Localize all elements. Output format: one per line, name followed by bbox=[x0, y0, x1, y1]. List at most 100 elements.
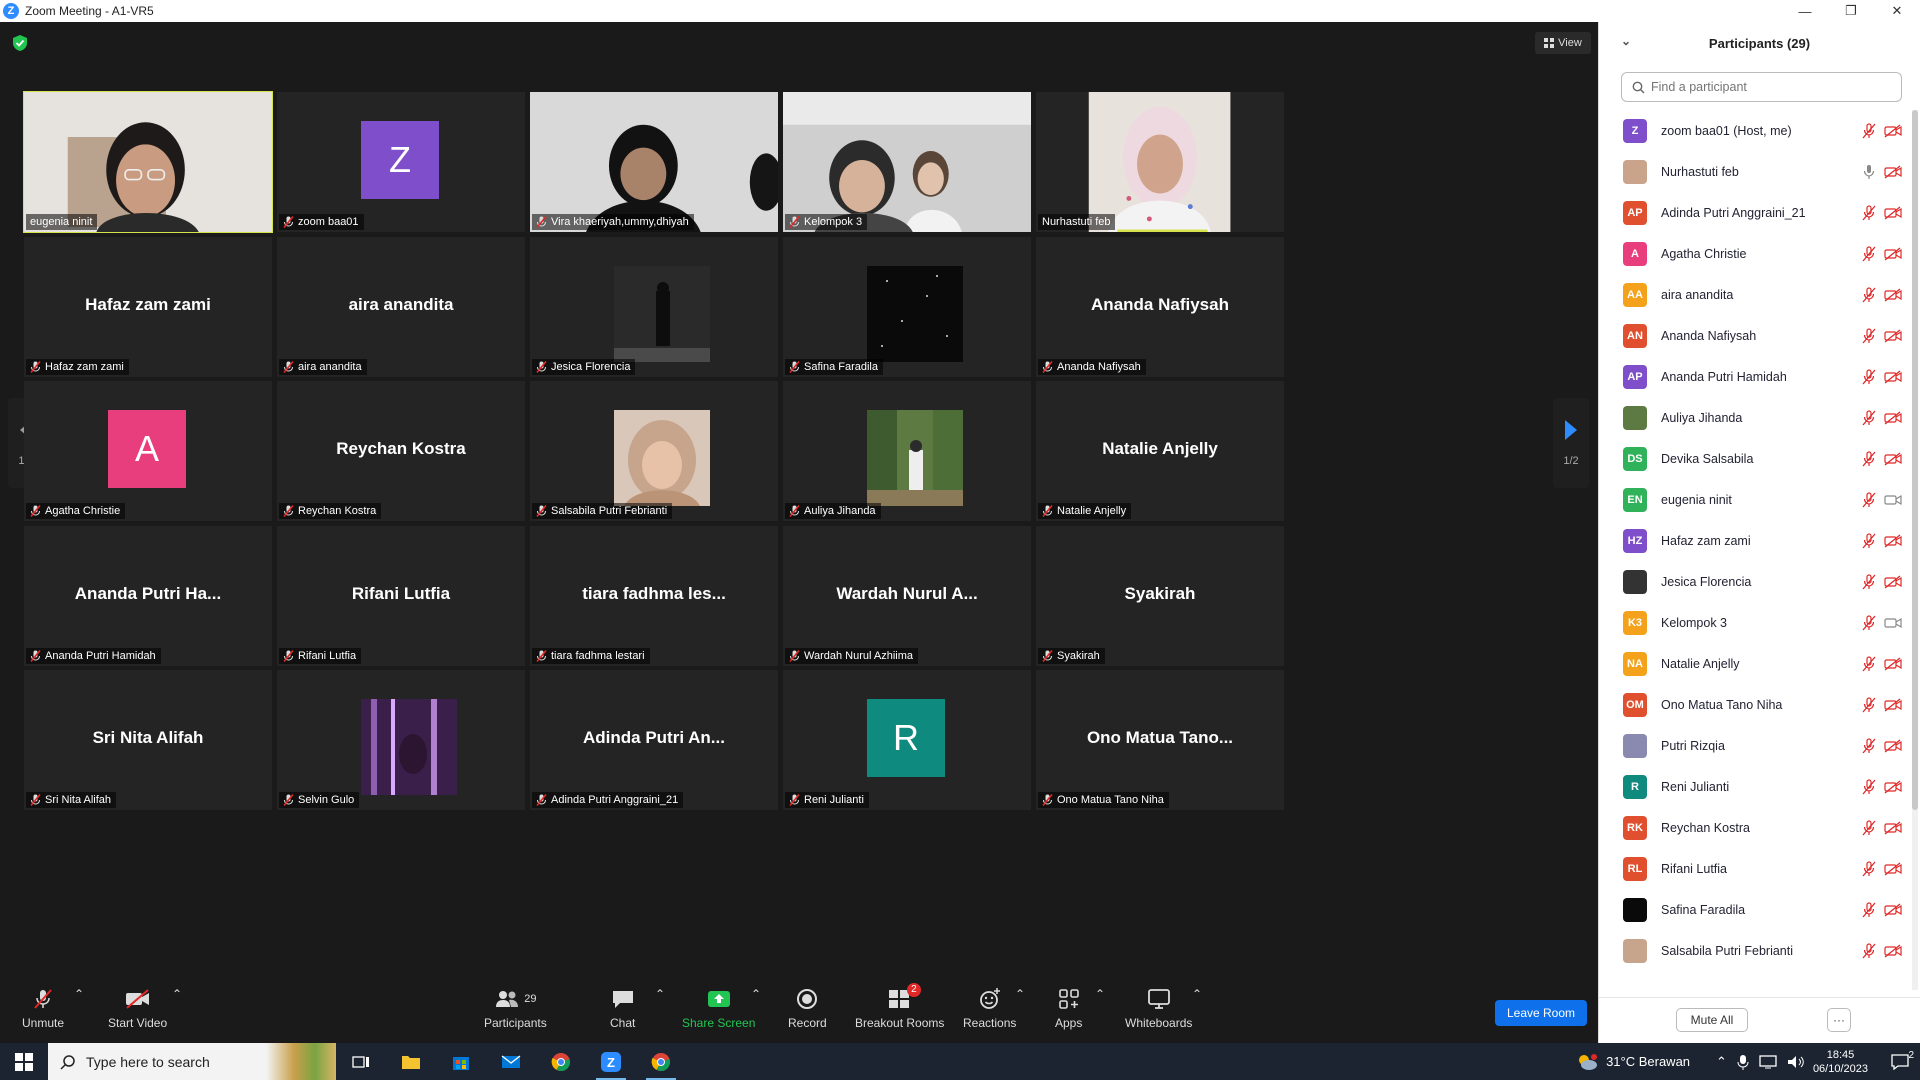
microphone-muted-icon[interactable] bbox=[1862, 532, 1876, 549]
participant-tile[interactable]: Reychan Kostra Reychan Kostra bbox=[277, 381, 525, 521]
participant-tile[interactable]: Nurhastuti feb bbox=[1036, 92, 1284, 232]
microphone-muted-icon[interactable] bbox=[1862, 655, 1876, 672]
video-camera-off-icon[interactable] bbox=[1884, 123, 1902, 138]
unmute-button[interactable]: Unmute bbox=[22, 987, 64, 1030]
participant-tile[interactable]: Ananda Putri Ha... Ananda Putri Hamidah bbox=[24, 525, 272, 666]
video-camera-off-icon[interactable] bbox=[1884, 943, 1902, 958]
chat-button[interactable]: Chat bbox=[610, 987, 635, 1030]
task-view-button[interactable] bbox=[336, 1043, 386, 1080]
collapse-chevron-icon[interactable]: ⌄ bbox=[1621, 34, 1631, 48]
microphone-muted-icon[interactable] bbox=[1862, 368, 1876, 385]
microphone-muted-icon[interactable] bbox=[1862, 204, 1876, 221]
participant-row[interactable]: Putri Rizqia bbox=[1599, 725, 1909, 766]
microphone-muted-icon[interactable] bbox=[1862, 696, 1876, 713]
microphone-muted-icon[interactable] bbox=[1862, 942, 1876, 959]
apps-options-caret[interactable]: ⌃ bbox=[1095, 987, 1105, 1001]
participant-tile[interactable]: Rifani Lutfia Rifani Lutfia bbox=[277, 525, 525, 666]
participant-list[interactable]: Zzoom baa01 (Host, me) Nurhastuti feb AP Ad… bbox=[1599, 110, 1920, 995]
participant-list-scrollbar[interactable] bbox=[1912, 110, 1918, 990]
participant-row[interactable]: AP Adinda Putri Anggraini_21 bbox=[1599, 192, 1909, 233]
video-camera-off-icon[interactable] bbox=[1884, 246, 1902, 261]
weather-icon[interactable] bbox=[1576, 1053, 1598, 1071]
microphone-muted-icon[interactable] bbox=[1862, 614, 1876, 631]
video-camera-icon[interactable] bbox=[1884, 493, 1902, 507]
microphone-icon[interactable] bbox=[1862, 164, 1876, 180]
participant-row[interactable]: Safina Faradila bbox=[1599, 889, 1909, 930]
clock[interactable]: 18:45 06/10/2023 bbox=[1813, 1048, 1868, 1076]
start-button[interactable] bbox=[0, 1043, 48, 1080]
participant-row[interactable]: Salsabila Putri Febrianti bbox=[1599, 930, 1909, 971]
participant-tile[interactable]: Kelompok 3 bbox=[783, 92, 1031, 232]
video-camera-icon[interactable] bbox=[1884, 616, 1902, 630]
microphone-muted-icon[interactable] bbox=[1862, 491, 1876, 508]
participant-tile[interactable]: Auliya Jihanda bbox=[783, 381, 1031, 521]
video-camera-off-icon[interactable] bbox=[1884, 820, 1902, 835]
microphone-muted-icon[interactable] bbox=[1862, 450, 1876, 467]
participant-tile[interactable]: A Agatha Christie bbox=[24, 381, 272, 521]
maximize-button[interactable]: ❐ bbox=[1828, 0, 1874, 22]
video-camera-off-icon[interactable] bbox=[1884, 451, 1902, 466]
participant-tile[interactable]: Ananda Nafiysah Ananda Nafiysah bbox=[1036, 236, 1284, 377]
participant-tile[interactable]: Jesica Florencia bbox=[530, 236, 778, 377]
participant-tile[interactable]: Natalie Anjelly Natalie Anjelly bbox=[1036, 381, 1284, 521]
video-camera-off-icon[interactable] bbox=[1884, 779, 1902, 794]
breakout-rooms-button[interactable]: 2 Breakout Rooms bbox=[855, 983, 944, 1030]
share-screen-button[interactable]: Share Screen bbox=[682, 987, 755, 1030]
participant-tile[interactable]: Zzoom baa01 bbox=[277, 92, 525, 232]
video-camera-off-icon[interactable] bbox=[1884, 574, 1902, 589]
mute-all-button[interactable]: Mute All bbox=[1676, 1008, 1748, 1032]
chrome-window-button[interactable] bbox=[636, 1043, 686, 1080]
participant-row[interactable]: Auliya Jihanda bbox=[1599, 397, 1909, 438]
participant-search-input[interactable] bbox=[1651, 80, 1891, 94]
microphone-muted-icon[interactable] bbox=[1862, 737, 1876, 754]
view-button[interactable]: View bbox=[1535, 32, 1591, 54]
notifications-button[interactable]: 2 bbox=[1880, 1050, 1920, 1070]
start-video-button[interactable]: Start Video bbox=[108, 987, 167, 1030]
participant-row[interactable]: Zzoom baa01 (Host, me) bbox=[1599, 110, 1909, 151]
more-options-button[interactable]: ··· bbox=[1827, 1008, 1851, 1032]
participant-row[interactable]: Nurhastuti feb bbox=[1599, 151, 1909, 192]
video-camera-off-icon[interactable] bbox=[1884, 369, 1902, 384]
participant-tile[interactable]: R Reni Julianti bbox=[783, 670, 1031, 810]
participant-row[interactable]: DS Devika Salsabila bbox=[1599, 438, 1909, 479]
participant-search-box[interactable] bbox=[1621, 72, 1902, 102]
participant-row[interactable]: A Agatha Christie bbox=[1599, 233, 1909, 274]
participant-row[interactable]: AA aira anandita bbox=[1599, 274, 1909, 315]
participant-tile[interactable]: Wardah Nurul A... Wardah Nurul Azhiima bbox=[783, 525, 1031, 666]
participant-tile[interactable]: aira anandita aira anandita bbox=[277, 236, 525, 377]
audio-options-caret[interactable]: ⌃ bbox=[74, 987, 84, 1001]
participant-row[interactable]: AN Ananda Nafiysah bbox=[1599, 315, 1909, 356]
participant-tile[interactable]: Selvin Gulo bbox=[277, 670, 525, 810]
participant-row[interactable]: Jesica Florencia bbox=[1599, 561, 1909, 602]
minimize-button[interactable]: — bbox=[1782, 0, 1828, 22]
whiteboards-options-caret[interactable]: ⌃ bbox=[1192, 987, 1202, 1001]
weather-text[interactable]: 31°C Berawan bbox=[1606, 1054, 1690, 1069]
scrollbar-thumb[interactable] bbox=[1912, 110, 1918, 810]
chat-options-caret[interactable]: ⌃ bbox=[655, 987, 665, 1001]
microphone-muted-icon[interactable] bbox=[1862, 245, 1876, 262]
participant-row[interactable]: OM Ono Matua Tano Niha bbox=[1599, 684, 1909, 725]
video-camera-off-icon[interactable] bbox=[1884, 287, 1902, 302]
participant-row[interactable]: K3 Kelompok 3 bbox=[1599, 602, 1909, 643]
whiteboards-button[interactable]: Whiteboards bbox=[1125, 987, 1192, 1030]
video-camera-off-icon[interactable] bbox=[1884, 410, 1902, 425]
network-icon[interactable] bbox=[1759, 1054, 1777, 1069]
participant-row[interactable]: RK Reychan Kostra bbox=[1599, 807, 1909, 848]
participant-tile[interactable]: Salsabila Putri Febrianti bbox=[530, 381, 778, 521]
participant-row[interactable]: NA Natalie Anjelly bbox=[1599, 643, 1909, 684]
video-options-caret[interactable]: ⌃ bbox=[172, 987, 182, 1001]
participant-tile[interactable]: tiara fadhma les... tiara fadhma lestari bbox=[530, 525, 778, 666]
participant-tile[interactable]: Sri Nita Alifah Sri Nita Alifah bbox=[24, 670, 272, 810]
video-camera-off-icon[interactable] bbox=[1884, 656, 1902, 671]
participant-tile[interactable]: eugenia ninit bbox=[23, 91, 273, 233]
show-hidden-icons-chevron[interactable]: ⌃ bbox=[1716, 1054, 1727, 1070]
video-camera-off-icon[interactable] bbox=[1884, 533, 1902, 548]
store-button[interactable] bbox=[436, 1043, 486, 1080]
participant-row[interactable]: EN eugenia ninit bbox=[1599, 479, 1909, 520]
leave-room-button[interactable]: Leave Room bbox=[1495, 1000, 1587, 1026]
participant-row[interactable]: AP Ananda Putri Hamidah bbox=[1599, 356, 1909, 397]
video-camera-off-icon[interactable] bbox=[1884, 861, 1902, 876]
record-button[interactable]: Record bbox=[788, 987, 827, 1030]
volume-icon[interactable] bbox=[1787, 1055, 1805, 1069]
video-camera-off-icon[interactable] bbox=[1884, 902, 1902, 917]
